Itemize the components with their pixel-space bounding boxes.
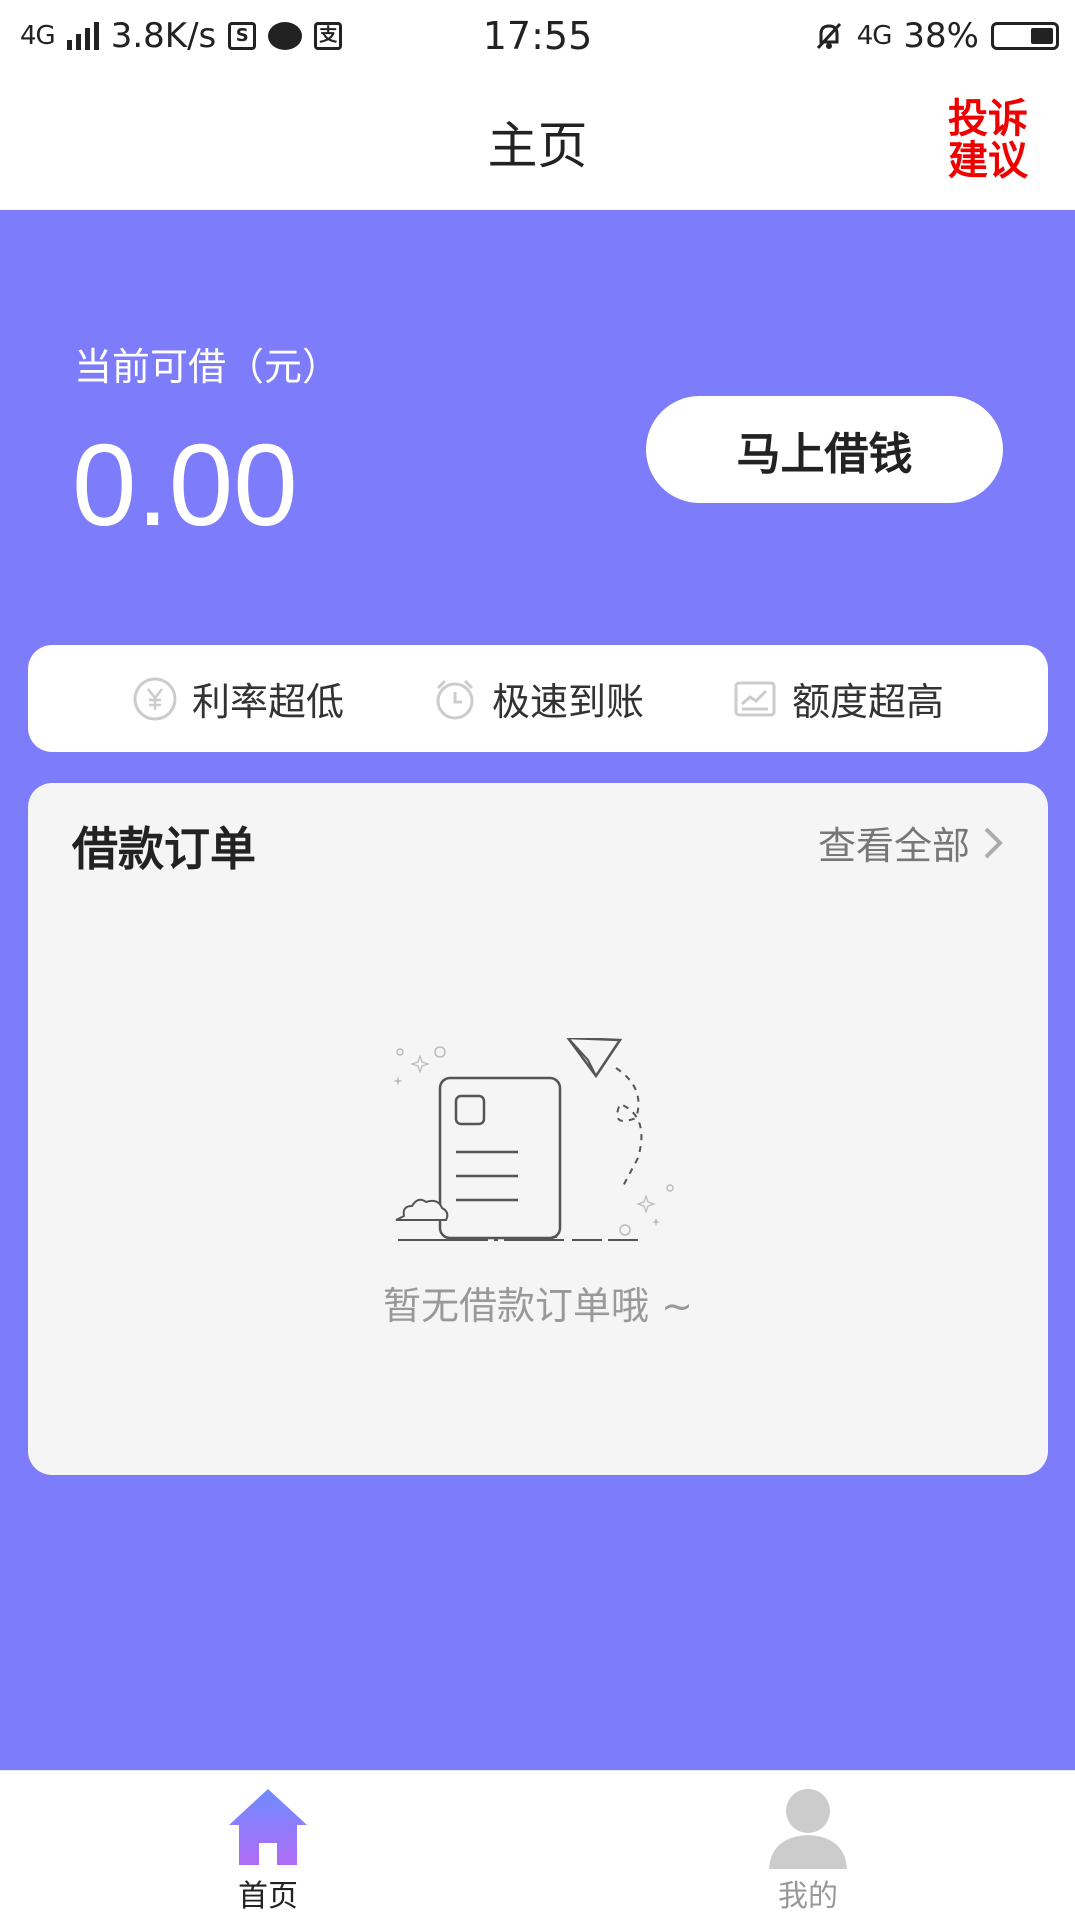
app-screen: 4G 3.8K/s S 支 17:55 4G 38% 主页 投诉 建议 当前可借…	[0, 0, 1075, 1918]
bottom-tab-bar: 首页 我的	[0, 1770, 1075, 1918]
empty-orders-message: 暂无借款订单哦 ~	[383, 1284, 693, 1328]
feature-label: 利率超低	[191, 680, 344, 724]
page-title: 主页	[487, 117, 588, 175]
chevron-right-icon	[984, 827, 1003, 858]
feature-label: 极速到账	[491, 680, 644, 724]
tab-home[interactable]: 首页	[188, 1771, 348, 1918]
view-all-label: 查看全部	[817, 824, 970, 868]
feature-label: 额度超高	[791, 680, 944, 724]
loan-orders-card: 借款订单 查看全部 暂无借款订单哦 ~	[28, 783, 1048, 1475]
tab-mine[interactable]: 我的	[728, 1771, 888, 1918]
alarm-clock-icon	[436, 679, 474, 719]
chart-icon	[734, 681, 776, 716]
borrow-now-button[interactable]: 马上借钱	[646, 396, 1003, 503]
borrowable-amount: 0.00	[72, 420, 298, 550]
orders-title: 借款订单	[72, 822, 256, 876]
battery-percent: 38%	[903, 16, 979, 56]
features-card: 利率超低 极速到账 额度超高	[28, 645, 1048, 752]
tab-home-label: 首页	[238, 1879, 298, 1914]
borrowable-label: 当前可借（元）	[74, 345, 341, 389]
tab-mine-label: 我的	[778, 1879, 838, 1914]
home-icon	[229, 1789, 307, 1865]
navigation-bar: 主页 投诉 建议	[0, 76, 1075, 210]
view-all-link[interactable]: 查看全部	[818, 815, 1004, 870]
yen-coin-icon	[133, 677, 177, 720]
empty-orders-illustration	[393, 1038, 674, 1241]
feature-fast-arrival: 极速到账	[432, 671, 644, 726]
complaint-label-line2: 建议	[948, 138, 1028, 184]
status-right: 4G 38%	[813, 16, 1059, 56]
status-bar: 4G 3.8K/s S 支 17:55 4G 38%	[0, 0, 1075, 76]
feature-high-limit: 额度超高	[732, 671, 944, 726]
feature-low-rate: 利率超低	[132, 671, 344, 726]
complaint-suggestion-button[interactable]: 投诉 建议	[943, 98, 1033, 182]
user-icon	[769, 1789, 847, 1869]
battery-icon	[991, 22, 1059, 50]
complaint-label-line1: 投诉	[948, 96, 1028, 142]
mute-bell-icon	[816, 22, 841, 50]
network-type-secondary: 4G	[856, 21, 893, 51]
